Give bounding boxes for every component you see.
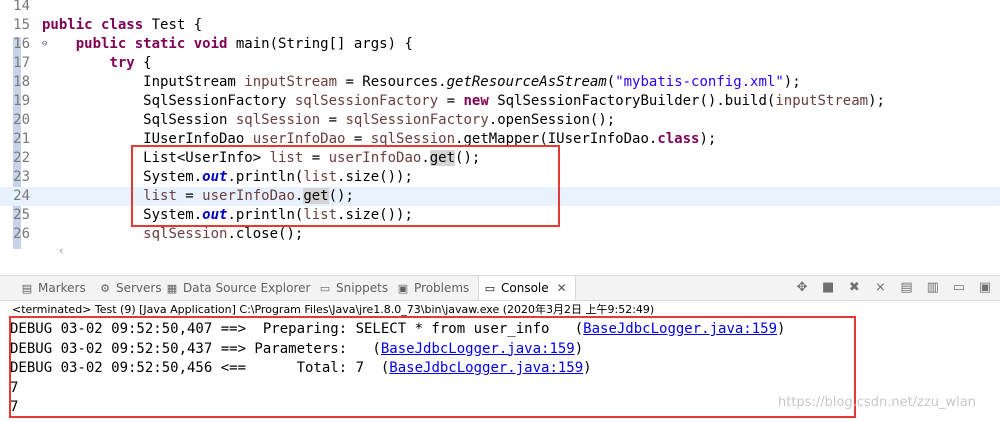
code-token: ( bbox=[606, 74, 616, 90]
code-token: ); bbox=[868, 93, 885, 109]
code-token: = bbox=[438, 93, 464, 109]
code-token: "mybatis-config.xml" bbox=[615, 74, 784, 90]
pin-icon[interactable]: ✥ bbox=[791, 276, 813, 300]
tab-label: Servers bbox=[116, 281, 162, 295]
code-token: new bbox=[463, 93, 489, 109]
scroll-lock-icon[interactable]: ▤ bbox=[896, 276, 918, 300]
code-token: main(String[] args) { bbox=[227, 36, 413, 52]
markers-icon: ▤ bbox=[21, 282, 33, 295]
view-tab-bar: ✥ ■ ✖ ⨯ ▤ ▥ ▭ ▣ ▤ Markers ⚙ Servers ▦ Data So… bbox=[0, 275, 1000, 301]
tab-console[interactable]: ▭ Console ✕ bbox=[478, 276, 576, 300]
line-number: 24 bbox=[13, 188, 30, 204]
snippets-icon: ▭ bbox=[319, 282, 331, 295]
line-number: 26 bbox=[13, 226, 30, 242]
line-number: 16 bbox=[13, 36, 30, 52]
code-line[interactable]: 19 SqlSessionFactory sqlSessionFactory =… bbox=[0, 92, 1000, 111]
console-toolbar: ✥ ■ ✖ ⨯ ▤ ▥ ▭ ▣ bbox=[791, 276, 996, 300]
console-process-label: <terminated> Test (9) [Java Application]… bbox=[12, 303, 655, 316]
highlight-box-console bbox=[9, 316, 856, 418]
display-selected-icon[interactable]: ▭ bbox=[948, 276, 970, 300]
close-tab-icon[interactable]: ✕ bbox=[557, 281, 567, 295]
code-token: sqlSession bbox=[143, 226, 228, 242]
code-token: InputStream bbox=[42, 74, 245, 90]
code-line[interactable]: 16 ⊖ public static void main(String[] arg… bbox=[0, 35, 1000, 54]
code-token: SqlSessionFactory bbox=[42, 93, 295, 109]
code-token: sqlSession bbox=[235, 112, 321, 128]
code-line[interactable]: 17 try { bbox=[0, 54, 1000, 73]
code-token: inputStream bbox=[775, 93, 869, 109]
servers-icon: ⚙ bbox=[100, 282, 110, 295]
code-token: public class bbox=[42, 17, 144, 33]
console-icon: ▭ bbox=[484, 282, 496, 295]
code-token: Test { bbox=[143, 17, 203, 33]
line-number: 25 bbox=[13, 207, 30, 223]
show-console-icon[interactable]: ▥ bbox=[922, 276, 944, 300]
datasource-icon: ▦ bbox=[166, 282, 178, 295]
line-number: 21 bbox=[13, 131, 30, 147]
highlight-box-code bbox=[131, 145, 560, 227]
code-line[interactable]: 15 public class Test { bbox=[0, 16, 1000, 35]
remove-all-icon[interactable]: ⨯ bbox=[869, 276, 891, 300]
code-token: public static void bbox=[75, 36, 228, 52]
line-number: 17 bbox=[13, 55, 30, 71]
code-token: sqlSessionFactory bbox=[345, 112, 489, 128]
code-token: ); bbox=[699, 131, 717, 147]
code-token: sqlSessionFactory bbox=[294, 93, 439, 109]
tab-problems[interactable]: ▣ Problems bbox=[396, 276, 470, 300]
code-token: inputStream bbox=[244, 74, 338, 90]
code-token: .openSession(); bbox=[488, 112, 616, 128]
tab-label: Snippets bbox=[336, 281, 389, 295]
horizontal-scrollbar[interactable]: ‹ bbox=[55, 244, 1000, 260]
tab-servers[interactable]: ⚙ Servers bbox=[98, 276, 162, 300]
code-line[interactable]: 20 SqlSession sqlSession = sqlSessionFac… bbox=[0, 111, 1000, 130]
tab-label: Console bbox=[501, 281, 549, 295]
code-token: SqlSessionFactoryBuilder().build( bbox=[488, 93, 776, 109]
code-token: SqlSession bbox=[42, 112, 236, 128]
remove-launch-icon[interactable]: ✖ bbox=[843, 276, 865, 300]
code-token: try bbox=[109, 55, 135, 71]
code-line[interactable]: 26 sqlSession.close(); bbox=[0, 225, 1000, 244]
line-number: 22 bbox=[13, 150, 30, 166]
fold-toggle-icon[interactable]: ⊖ bbox=[42, 35, 52, 54]
code-token: ); bbox=[783, 74, 801, 90]
code-token: = bbox=[320, 112, 346, 128]
tab-data-source-explorer[interactable]: ▦ Data Source Explorer bbox=[165, 276, 311, 300]
watermark: https://blog.csdn.net/zzu_wlan bbox=[778, 395, 976, 410]
terminate-icon[interactable]: ■ bbox=[817, 276, 839, 300]
line-number: 23 bbox=[13, 169, 30, 185]
code-token: class bbox=[657, 131, 700, 147]
code-token: { bbox=[134, 55, 152, 71]
code-line[interactable]: 18 InputStream inputStream = Resources.g… bbox=[0, 73, 1000, 92]
tab-label: Markers bbox=[38, 281, 86, 295]
line-number: 18 bbox=[13, 74, 30, 90]
line-number: 15 bbox=[13, 17, 30, 33]
line-number: 14 bbox=[13, 0, 30, 14]
tab-snippets[interactable]: ▭ Snippets bbox=[318, 276, 388, 300]
tab-label: Data Source Explorer bbox=[183, 281, 311, 295]
code-editor[interactable]: 14 15 public class Test { 16 ⊖ public static… bbox=[0, 0, 1000, 257]
line-number: 19 bbox=[13, 93, 30, 109]
code-line[interactable]: 14 bbox=[0, 0, 1000, 16]
code-token: = Resources. bbox=[337, 74, 447, 90]
line-number: 20 bbox=[13, 112, 30, 128]
code-token: .close(); bbox=[227, 226, 304, 242]
open-console-icon[interactable]: ▣ bbox=[974, 276, 996, 300]
code-token: getResourceAsStream bbox=[446, 74, 607, 90]
scroll-left-icon[interactable]: ‹ bbox=[58, 244, 65, 257]
tab-label: Problems bbox=[414, 281, 470, 295]
problems-icon: ▣ bbox=[397, 282, 409, 295]
tab-markers[interactable]: ▤ Markers bbox=[20, 276, 86, 300]
